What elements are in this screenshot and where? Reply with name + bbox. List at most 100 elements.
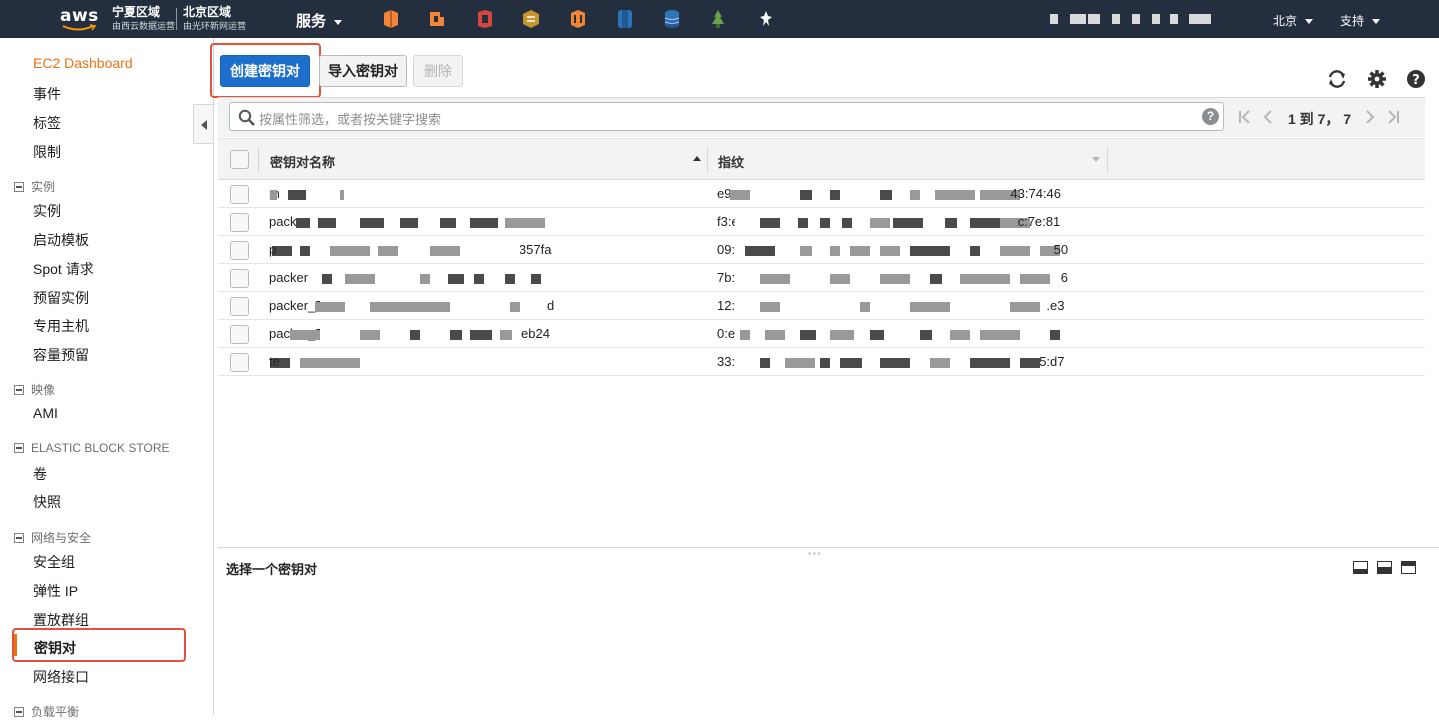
fingerprint-tail: 5:d7 (1039, 354, 1065, 369)
sidebar-item-reserved-instances[interactable]: 预留实例 (33, 288, 89, 308)
search-input[interactable]: 按属性筛选，或者按关键字搜索 ? (229, 102, 1224, 131)
fingerprint-tail: 6 (1060, 270, 1069, 285)
dynamodb-icon[interactable] (663, 9, 681, 29)
cloudformation-icon[interactable] (522, 9, 540, 29)
sidebar-item-ec2-dashboard[interactable]: EC2 Dashboard (33, 55, 133, 71)
sidebar-group-instances[interactable]: 实例 (14, 178, 55, 195)
layout-split-icon[interactable] (1377, 561, 1392, 574)
redaction-mark (893, 218, 923, 228)
redaction-mark (510, 302, 520, 312)
sidebar-item-dedicated-hosts[interactable]: 专用主机 (33, 316, 89, 336)
first-page-icon[interactable] (1238, 110, 1252, 124)
key-pair-name[interactable]: packer (269, 270, 308, 285)
aws-logo[interactable]: aws (60, 4, 100, 34)
sort-ascending-icon[interactable] (693, 156, 701, 161)
redaction-overlay (735, 296, 1035, 314)
redaction-mark (300, 358, 360, 368)
sidebar-item-ami[interactable]: AMI (33, 405, 58, 421)
sidebar-item-instances[interactable]: 实例 (33, 201, 61, 221)
redaction-mark (1010, 302, 1040, 312)
row-checkbox[interactable] (230, 241, 249, 260)
collapse-icon (14, 384, 24, 395)
sidebar-item-capacity-reservations[interactable]: 容量预留 (33, 345, 89, 365)
row-checkbox[interactable] (230, 213, 249, 232)
select-all-checkbox[interactable] (230, 150, 249, 169)
pagination-text: 1 到 7， 7 (1288, 111, 1352, 127)
search-help-icon[interactable]: ? (1202, 108, 1219, 125)
region-ningxia[interactable]: 宁夏区域 由西云数据运营 (112, 5, 175, 33)
row-checkbox[interactable] (230, 353, 249, 372)
last-page-icon[interactable] (1386, 110, 1400, 124)
column-header-fingerprint[interactable]: 指纹 (718, 152, 744, 171)
redaction-mark (745, 246, 775, 256)
ecs-icon[interactable] (476, 9, 494, 29)
region-beijing[interactable]: 北京区域 由光环新网运营 (183, 5, 246, 33)
redaction-mark (880, 190, 892, 200)
redaction-mark (980, 330, 1020, 340)
sidebar-item-events[interactable]: 事件 (33, 84, 61, 104)
refresh-icon[interactable] (1326, 68, 1348, 90)
sidebar-item-volumes[interactable]: 卷 (33, 464, 47, 484)
redaction-mark (370, 302, 450, 312)
chevron-down-icon (1305, 19, 1314, 25)
row-checkbox[interactable] (230, 269, 249, 288)
key-pair-name[interactable]: pack (269, 214, 296, 229)
redaction-mark (920, 330, 932, 340)
help-icon[interactable]: ? (1405, 68, 1427, 90)
support-menu[interactable]: 支持 (1340, 12, 1381, 29)
sidebar-item-placement-groups[interactable]: 置放群组 (33, 610, 89, 630)
next-page-icon[interactable] (1364, 110, 1376, 124)
services-menu[interactable]: 服务 (296, 10, 343, 31)
region-menu[interactable]: 北京 (1273, 12, 1314, 29)
sidebar-item-tags[interactable]: 标签 (33, 113, 61, 133)
lambda-icon[interactable] (428, 9, 446, 29)
elastic-beanstalk-icon[interactable] (709, 9, 727, 29)
import-key-pair-button[interactable]: 导入密钥对 (319, 55, 407, 87)
sidebar-group-ebs[interactable]: ELASTIC BLOCK STORE (14, 441, 170, 455)
sidebar-item-snapshots[interactable]: 快照 (33, 492, 61, 512)
redaction-mark (840, 358, 862, 368)
redaction-mark (930, 274, 942, 284)
sidebar-group-images[interactable]: 映像 (14, 381, 55, 398)
chevron-down-icon (334, 19, 343, 25)
redaction-mark (860, 302, 870, 312)
region-divider (176, 8, 177, 30)
sidebar-group-load-balancing[interactable]: 负载平衡 (14, 703, 79, 720)
sidebar-item-launch-templates[interactable]: 启动模板 (33, 230, 89, 250)
sidebar-group-network-security[interactable]: 网络与安全 (14, 529, 91, 546)
elb-icon[interactable] (569, 9, 587, 29)
details-pane-title: 选择一个密钥对 (226, 562, 318, 577)
column-header-name[interactable]: 密钥对名称 (270, 152, 335, 171)
details-pane-divider[interactable] (218, 547, 1439, 548)
row-checkbox[interactable] (230, 185, 249, 204)
s3-icon[interactable] (616, 9, 634, 29)
sidebar-item-network-interfaces[interactable]: 网络接口 (33, 667, 89, 687)
redaction-mark (288, 190, 306, 200)
redaction-mark (400, 218, 418, 228)
redaction-mark (945, 218, 957, 228)
collapse-icon (14, 181, 24, 192)
sidebar-item-elastic-ips[interactable]: 弹性 IP (33, 581, 78, 601)
row-checkbox[interactable] (230, 325, 249, 344)
prev-page-icon[interactable] (1262, 110, 1274, 124)
redaction-mark (870, 330, 884, 340)
delete-button[interactable]: 删除 (413, 55, 463, 87)
sort-descending-icon[interactable] (1092, 157, 1100, 162)
redaction-mark (842, 218, 852, 228)
layout-bottom-icon[interactable] (1353, 561, 1368, 574)
layout-top-icon[interactable] (1401, 561, 1416, 574)
redaction-mark (272, 246, 292, 256)
redacted-account-name[interactable] (1048, 14, 1213, 25)
pin-icon[interactable] (757, 9, 775, 29)
sidebar-collapse-button[interactable] (193, 104, 213, 144)
redaction-mark (970, 358, 1010, 368)
sidebar-item-security-groups[interactable]: 安全组 (33, 552, 75, 572)
row-checkbox[interactable] (230, 297, 249, 316)
sidebar-item-limits[interactable]: 限制 (33, 142, 61, 162)
ec2-icon[interactable] (382, 9, 400, 29)
redaction-mark (960, 274, 1010, 284)
sidebar-item-spot-requests[interactable]: Spot 请求 (33, 259, 94, 279)
gear-icon[interactable] (1366, 68, 1388, 90)
resize-handle[interactable]: ▪▪▪ (808, 549, 823, 558)
collapse-icon (14, 706, 24, 717)
